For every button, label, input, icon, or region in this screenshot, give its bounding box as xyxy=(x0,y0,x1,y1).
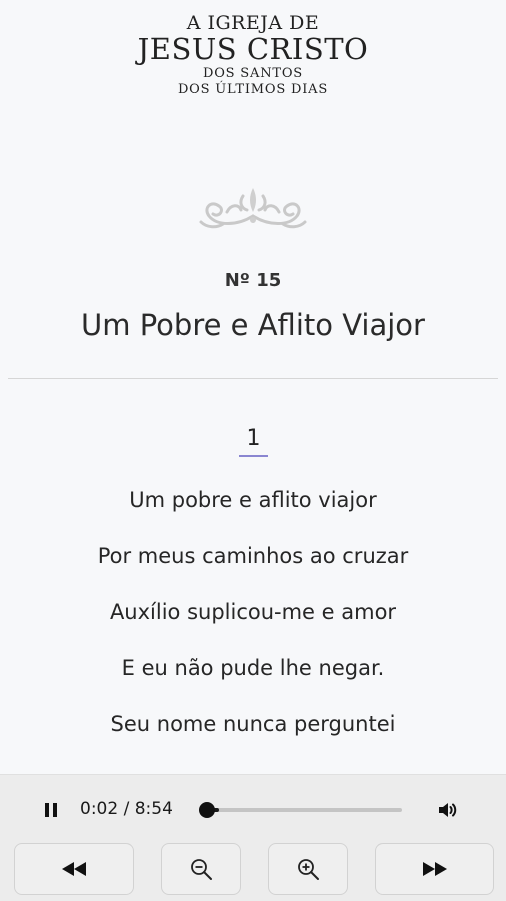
volume-icon xyxy=(439,803,457,817)
lyric-line: E eu não pude lhe negar. xyxy=(121,656,385,680)
zoom-out-icon xyxy=(191,859,212,880)
hymn-title: Um Pobre e Aflito Viajor xyxy=(81,308,425,342)
verse-number: 1 xyxy=(239,426,268,457)
player-controls xyxy=(0,843,506,895)
volume-button[interactable] xyxy=(436,799,458,821)
pause-icon-bar xyxy=(53,803,57,817)
flourish-ornament-icon xyxy=(199,188,307,229)
lyric-line: Seu nome nunca perguntei xyxy=(110,712,396,736)
zoom-in-button[interactable] xyxy=(268,843,348,895)
player-timeline-row: 0:02 / 8:54 xyxy=(0,795,506,823)
fast-forward-button[interactable] xyxy=(375,843,494,895)
audio-player: 0:02 / 8:54 xyxy=(0,774,506,901)
lyric-line: Auxílio suplicou-me e amor xyxy=(109,600,397,624)
rewind-icon xyxy=(62,862,86,876)
zoom-out-button[interactable] xyxy=(161,843,241,895)
pause-button[interactable] xyxy=(40,801,62,819)
divider xyxy=(8,378,498,379)
pause-icon xyxy=(45,803,49,817)
progress-slider[interactable] xyxy=(198,802,402,818)
fast-forward-icon xyxy=(422,862,447,876)
progress-thumb[interactable] xyxy=(198,802,215,818)
logo-line-4: DOS ÚLTIMOS DIAS xyxy=(177,82,329,97)
rewind-button[interactable] xyxy=(14,843,134,895)
zoom-in-icon xyxy=(298,859,319,880)
logo-line-3: DOS SANTOS xyxy=(202,66,304,81)
church-logo: A IGREJA DE JESUS CRISTO DOS SANTOS DOS … xyxy=(0,12,506,97)
time-display: 0:02 / 8:54 xyxy=(80,799,173,819)
lyric-line: Por meus caminhos ao cruzar xyxy=(97,544,409,568)
hymn-number: Nº 15 xyxy=(224,270,282,291)
logo-line-1: A IGREJA DE xyxy=(186,12,320,34)
lyrics-list: Um pobre e aflito viajor Por meus caminh… xyxy=(0,488,506,768)
lyric-line: Um pobre e aflito viajor xyxy=(129,488,377,512)
logo-line-2: JESUS CRISTO xyxy=(137,32,369,66)
